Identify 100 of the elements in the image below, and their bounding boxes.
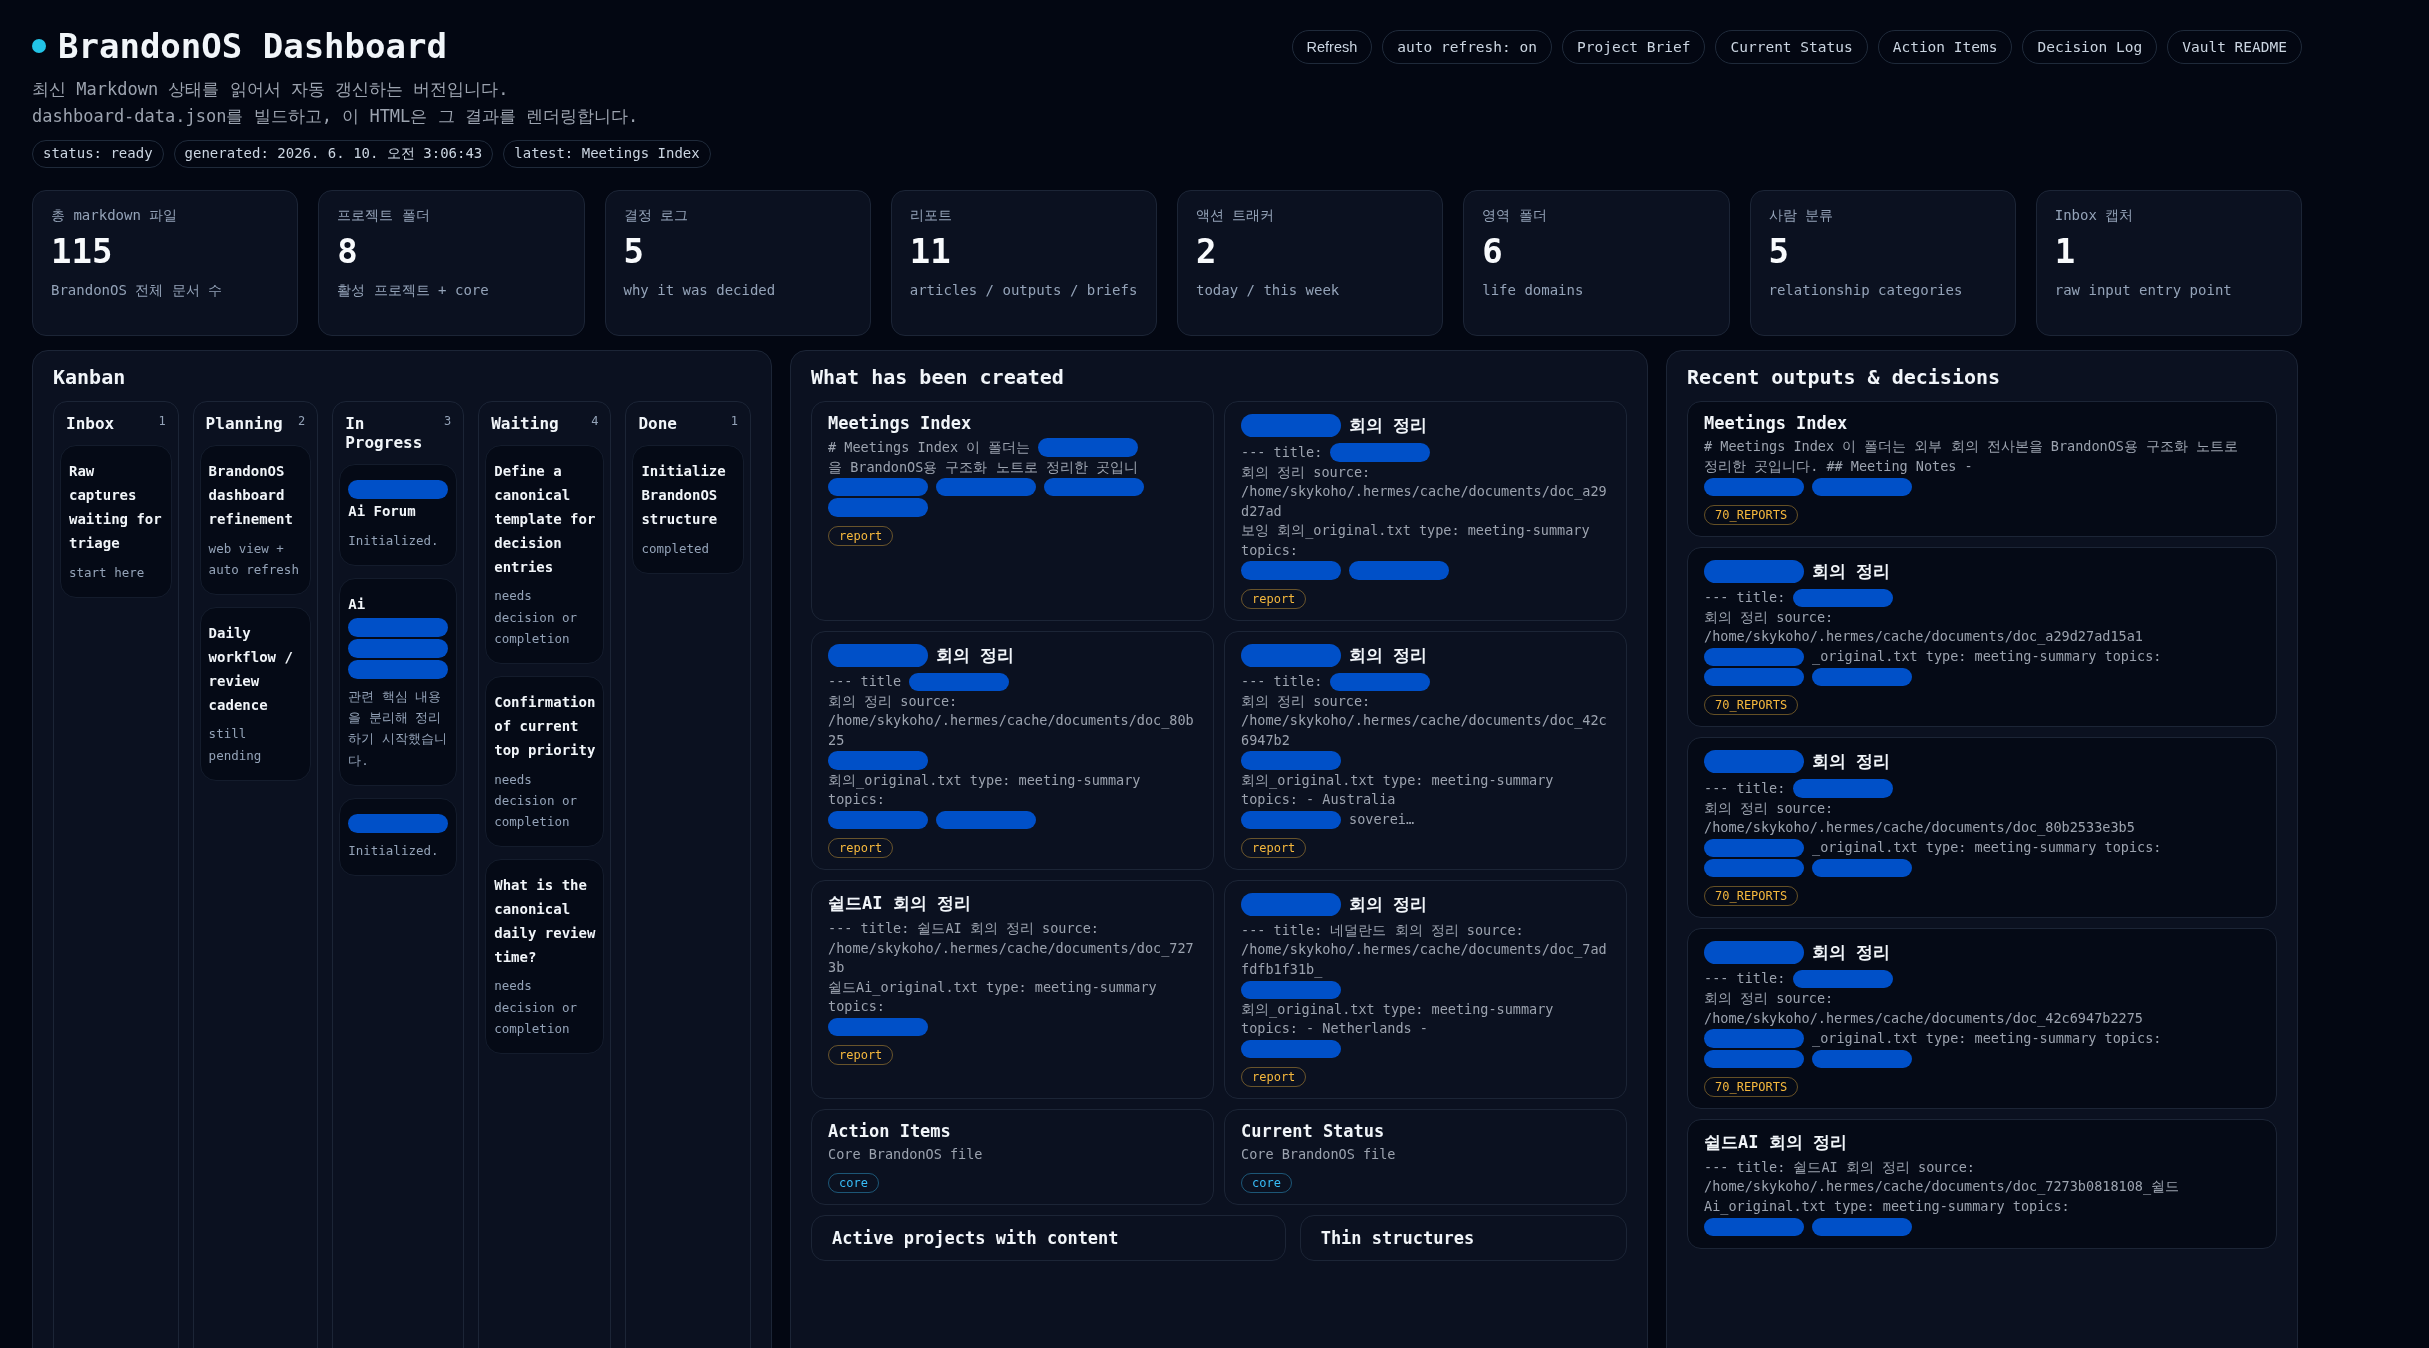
kanban-card-title: BrandonOS dashboard refinement xyxy=(208,462,294,529)
kanban-card-note: needs decision or completion xyxy=(494,977,578,1038)
stat-note: articles / outputs / briefs xyxy=(909,281,1138,301)
stat-label: Inbox 캡처 xyxy=(2054,207,2135,226)
card-text: _original.txt type: meeting-summary topics: xyxy=(1812,647,2162,667)
stat-note: relationship categories xyxy=(1768,281,1964,301)
kanban-card-title: Ai xyxy=(348,595,366,615)
card-text: 회의_original.txt type: meeting-summary topics: - Netherlands - xyxy=(1241,999,1555,1039)
stat-note: why it was decided xyxy=(623,281,777,301)
card-text: --- title: 네덜란드 회의 정리 source: /home/skykoho/.hermes/cache/documents/doc_7adfdfb1f31b_ xyxy=(1241,920,1608,980)
column-count: 2 xyxy=(298,414,306,429)
card-text: 회의_original.txt type: meeting-summary topics: xyxy=(828,770,1142,810)
panel-title: Kanban xyxy=(53,365,127,390)
column-title: Done xyxy=(638,414,677,434)
column-title: Waiting xyxy=(491,414,559,434)
panel-title: Recent outputs & decisions xyxy=(1687,365,2002,390)
kanban-card-title: Raw captures waiting for triage xyxy=(69,462,163,553)
card-text: --- title: xyxy=(1704,588,1786,607)
section-title: Thin structures xyxy=(1320,1227,1476,1248)
kanban-card[interactable]: Daily workflow / review cadence still pending xyxy=(199,607,312,781)
kanban-card[interactable]: Ai Forum Initialized. xyxy=(339,464,458,567)
kanban-card-note: web view + auto refresh xyxy=(208,539,300,579)
stat-note: life domains xyxy=(1482,281,1585,301)
kanban-card-note: needs decision or completion xyxy=(494,770,578,831)
card-title: 회의 정리 xyxy=(1349,643,1428,667)
subtitle-text: dashboard-data.json를 빌드하고, 이 HTML은 그 결과를 렌더링합니다. xyxy=(32,105,640,129)
kanban-card-note: start here xyxy=(69,563,146,582)
stat-value: 2 xyxy=(1196,231,1218,272)
kanban-card[interactable]: Raw captures waiting for triage start here xyxy=(60,445,172,598)
kanban-card[interactable]: What is the canonical daily review time? needs decision or completion xyxy=(485,859,605,1055)
card-title: Meetings Index xyxy=(1704,413,1848,434)
card-text: 쉴드Ai_original.txt type: meeting-summary topics: xyxy=(828,977,1158,1017)
card-text: 회의 정리 source: /home/skykoho/.hermes/cache/documents/doc_a29d27ad xyxy=(1241,462,1608,521)
kanban-card-note: still pending xyxy=(208,725,263,765)
stat-label: 사람 분류 xyxy=(1768,207,1834,226)
card-title: 회의 정리 xyxy=(1812,941,1891,965)
stat-value: 5 xyxy=(623,231,645,272)
section-title: Active projects with content xyxy=(832,1227,1120,1248)
kanban-card-note: Initialized. xyxy=(348,532,440,551)
kanban-card-title: What is the canonical daily review time? xyxy=(494,876,596,967)
kanban-card-title: Confirmation of current top priority xyxy=(494,693,596,760)
card-text: 회의 정리 source: /home/skykoho/.hermes/cache/documents/doc_42c6947b2275 xyxy=(1704,989,2144,1029)
card-title: 회의 정리 xyxy=(936,643,1015,667)
card-text: --- title: xyxy=(1241,671,1323,691)
card-text: soverei… xyxy=(1349,810,1415,830)
card-text: 을 BrandonOS용 구조화 노트로 정리한 곳입니 xyxy=(828,457,1138,477)
card-text: Core BrandonOS file xyxy=(1241,1145,1396,1165)
card-text: 회의 정리 source: /home/skykoho/.hermes/cache/documents/doc_80b2533e3b5 xyxy=(1704,798,2136,838)
card-title: 쉴드AI 회의 정리 xyxy=(1704,1130,1847,1154)
kanban-card-note: needs decision or completion xyxy=(494,587,578,648)
stat-value: 5 xyxy=(1768,231,1790,272)
kanban-card[interactable]: Initialized. xyxy=(339,797,458,876)
card-text: _original.txt type: meeting-summary topics: xyxy=(1812,838,2162,858)
kanban-card[interactable]: Initialize BrandonOS structure completed xyxy=(632,445,744,574)
stat-note: 활성 프로젝트 + core xyxy=(337,281,490,301)
kanban-card[interactable]: Define a canonical template for decision entries needs decision or completion xyxy=(485,445,605,665)
card-text: --- title xyxy=(828,671,902,691)
column-count: 1 xyxy=(730,414,738,429)
card-text: --- title: 쉴드AI 회의 정리 source: /home/skykoho/.hermes/cache/documents/doc_7273b0818108_쉴드 Ai_original.txt type: meeting-summary topics: xyxy=(1704,1157,2181,1217)
subtitle-text: 최신 Markdown 상태를 읽어서 자동 갱신하는 버전입니다. xyxy=(32,78,510,101)
card-text: --- title: xyxy=(1704,778,1786,798)
stat-note: BrandonOS 전체 문서 수 xyxy=(51,281,224,301)
card-title: 쉴드AI 회의 정리 xyxy=(828,891,971,915)
panel-title: What has been created xyxy=(811,365,1065,390)
kanban-card-title: Initialize BrandonOS structure xyxy=(641,462,727,529)
kanban-card[interactable]: Ai 관련 핵심 내용을 분리해 정리하기 시작했습니다. xyxy=(339,578,458,786)
card-text: _original.txt type: meeting-summary topics: xyxy=(1812,1028,2162,1049)
column-title: Planning xyxy=(205,414,283,434)
card-text: Core BrandonOS file xyxy=(828,1145,983,1165)
card-title: Action Items xyxy=(828,1121,951,1142)
card-text: # Meetings Index 이 폴더는 xyxy=(828,437,1031,457)
kanban-card-note: Initialized. xyxy=(348,841,440,860)
card-title: 회의 정리 xyxy=(1812,559,1891,583)
column-title: Inbox xyxy=(66,414,115,434)
card-text: 회의 정리 source: /home/skykoho/.hermes/cache/documents/doc_80b25 xyxy=(828,691,1195,750)
card-title: Current Status xyxy=(1241,1121,1385,1142)
stat-value: 8 xyxy=(337,231,359,272)
kanban-card[interactable]: Confirmation of current top priority needs decision or completion xyxy=(485,676,605,848)
card-text: 회의 정리 source: /home/skykoho/.hermes/cache/documents/doc_a29d27ad15a1 xyxy=(1704,607,2144,647)
column-count: 1 xyxy=(158,414,166,429)
stat-label: 영역 폴더 xyxy=(1482,207,1548,226)
page-title: BrandonOS Dashboard xyxy=(58,26,447,66)
stat-label: 결정 로그 xyxy=(623,207,689,226)
kanban-card-title: Define a canonical template for decision entries xyxy=(494,462,596,577)
column-count: 4 xyxy=(591,414,599,429)
kanban-card-title: Daily workflow / review cadence xyxy=(208,624,294,715)
kanban-card-note: 관련 핵심 내용을 분리해 정리하기 시작했습니다. xyxy=(348,687,448,770)
card-title: 회의 정리 xyxy=(1349,892,1428,916)
stat-note: today / this week xyxy=(1196,281,1341,301)
card-text: # Meetings Index 이 폴더는 외부 회의 전사본을 BrandonOS용 구조화 노트로 정리한 곳입니다. ## Meeting Notes - xyxy=(1704,437,2240,476)
stat-value: 6 xyxy=(1482,231,1504,272)
column-count: 3 xyxy=(444,414,452,429)
stat-label: 액션 트래커 xyxy=(1196,207,1276,226)
stat-value: 1 xyxy=(2054,231,2077,272)
kanban-card[interactable]: BrandonOS dashboard refinement web view + auto refresh xyxy=(199,445,312,596)
kanban-card-title: Ai Forum xyxy=(348,502,416,522)
card-title: 회의 정리 xyxy=(1812,750,1891,774)
card-text: 보잉 회의_original.txt type: meeting-summary topics: xyxy=(1241,521,1591,560)
stat-value: 11 xyxy=(909,231,952,272)
card-text: --- title: xyxy=(1704,969,1786,989)
